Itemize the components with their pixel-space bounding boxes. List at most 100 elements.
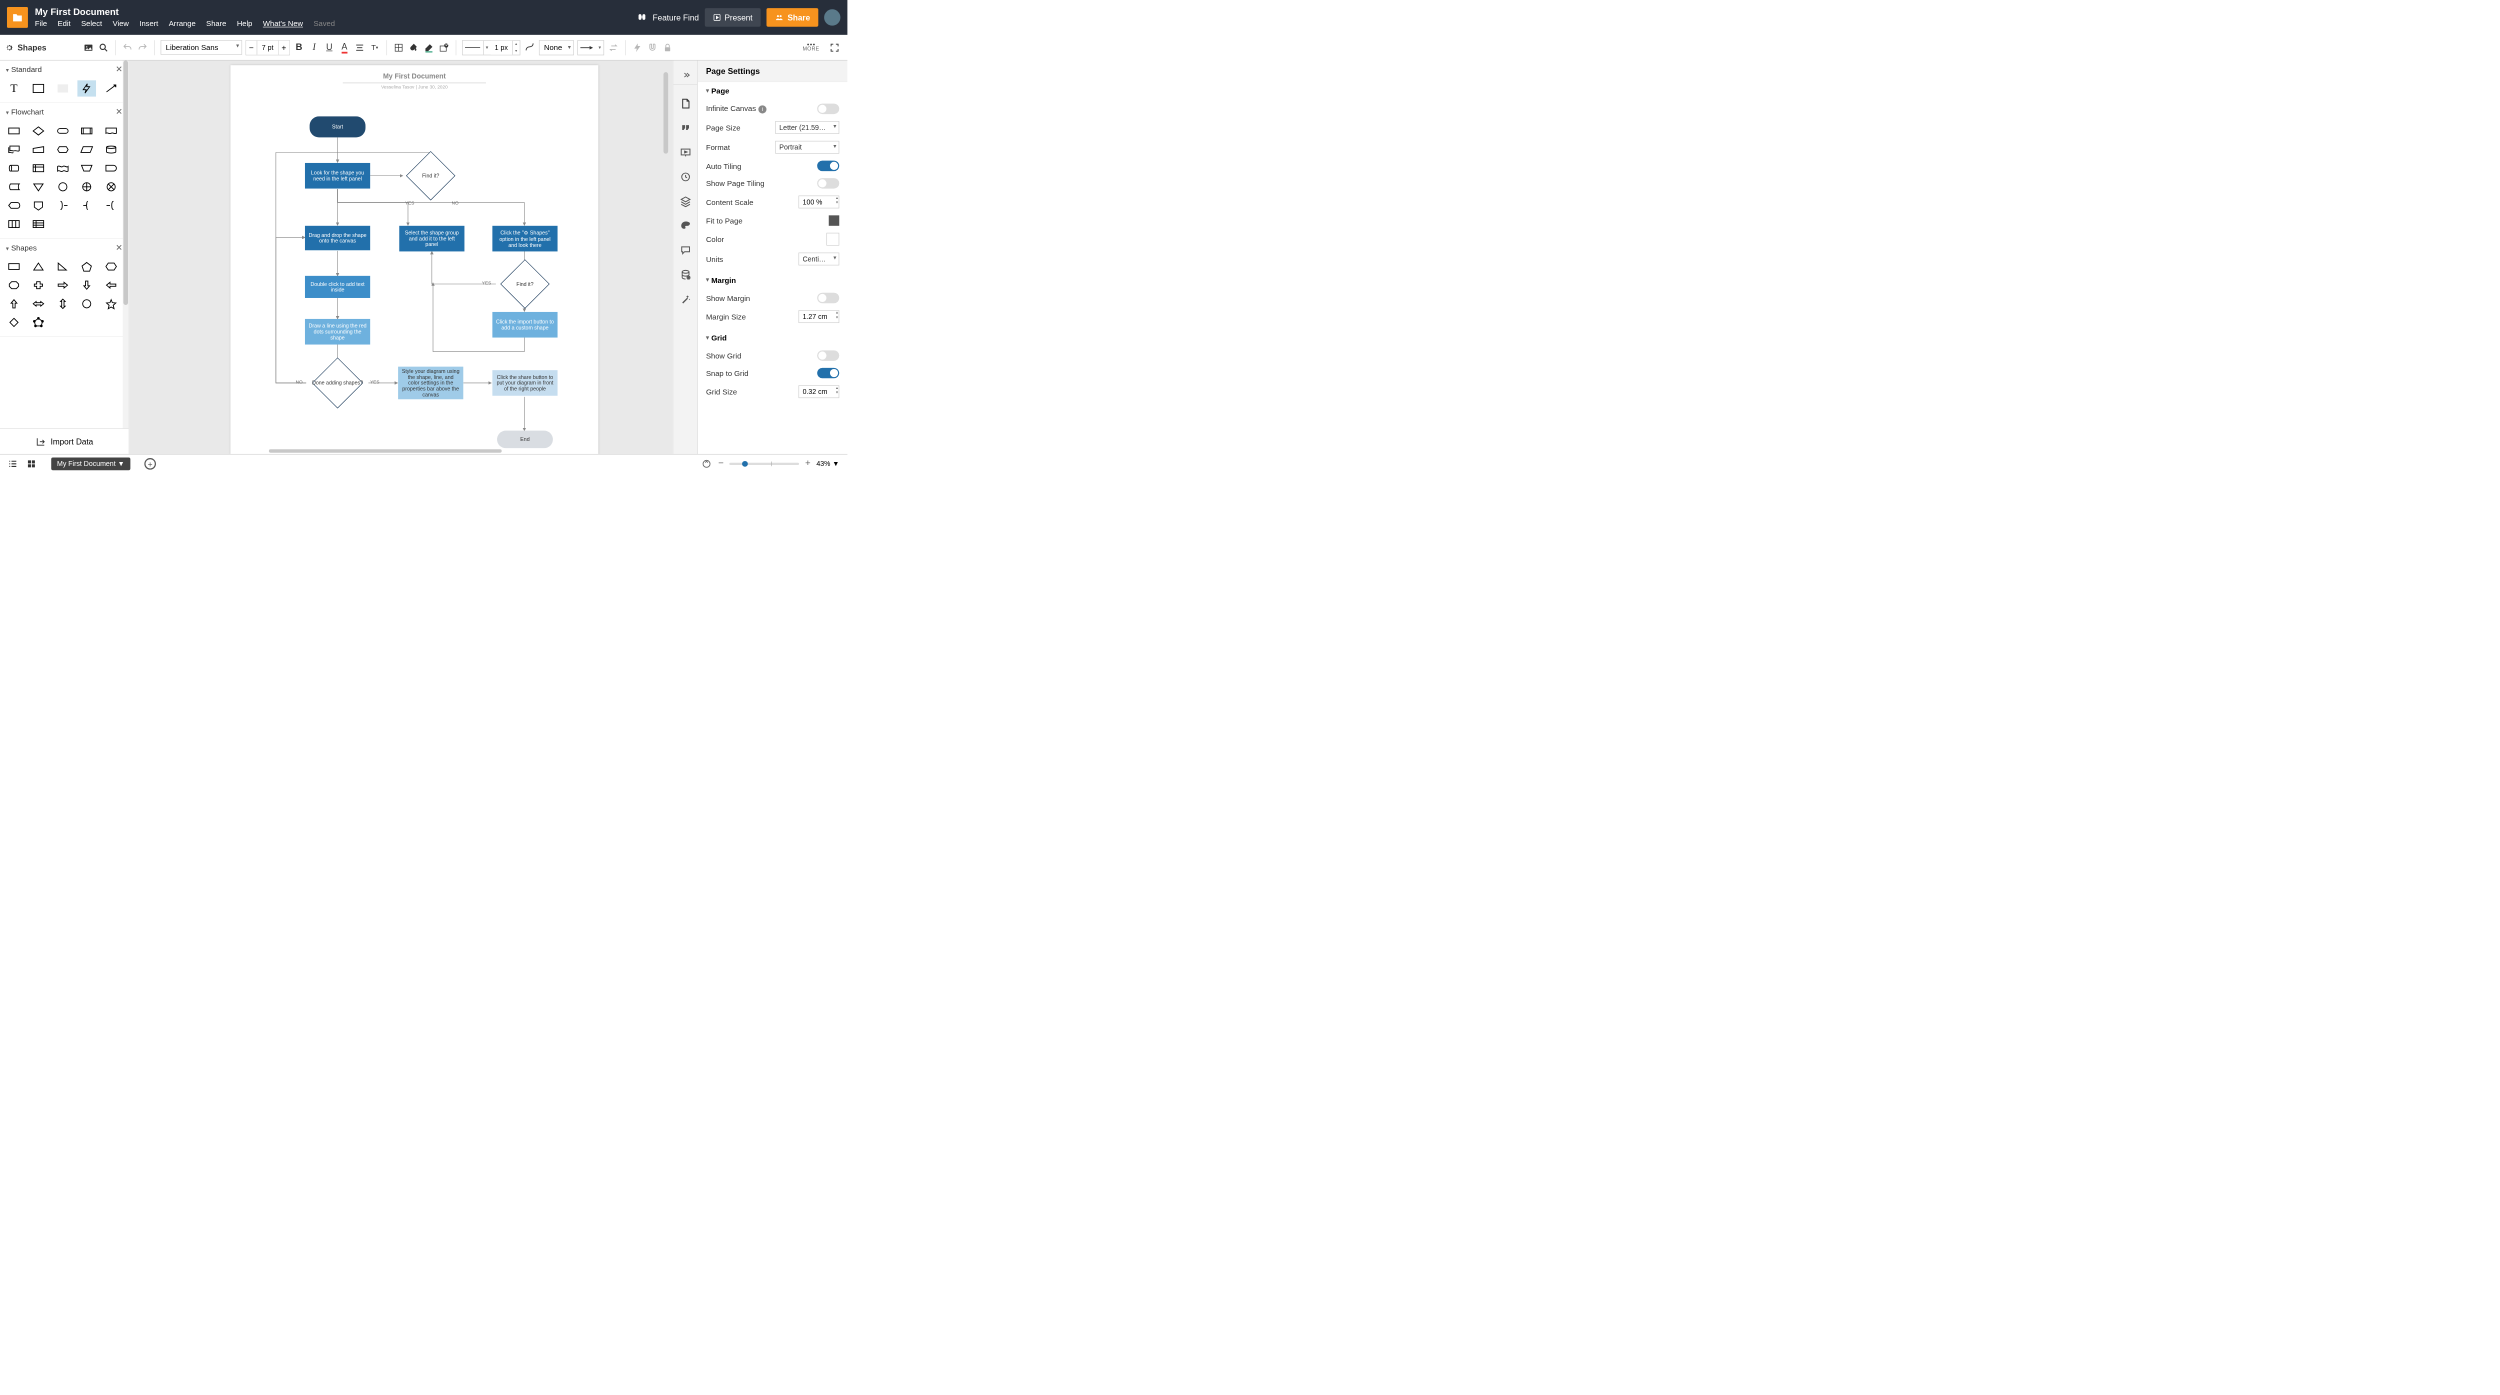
input-grid-size[interactable] — [799, 385, 840, 398]
shp-hexagon[interactable] — [102, 258, 121, 274]
shape-options-icon[interactable] — [438, 42, 450, 54]
fc-table[interactable] — [5, 216, 24, 232]
fill-table-icon[interactable] — [393, 42, 405, 54]
fc-papertape[interactable] — [53, 160, 72, 176]
section-shapes-close[interactable]: ✕ — [115, 242, 122, 252]
fc-manualop[interactable] — [78, 160, 97, 176]
menu-help[interactable]: Help — [237, 19, 253, 28]
shapes-panel-toggle[interactable]: Shapes — [5, 43, 47, 52]
zoom-sync-icon[interactable] — [701, 458, 713, 470]
node-end[interactable]: End — [497, 431, 553, 448]
rail-theme-icon[interactable] — [679, 220, 691, 232]
page-tab-dropdown[interactable]: My First Document ▼ — [51, 457, 130, 470]
bold-icon[interactable]: B — [293, 42, 305, 54]
rail-present-icon[interactable] — [679, 147, 691, 159]
left-panel-scrollbar[interactable] — [123, 61, 129, 454]
rail-layers-icon[interactable] — [679, 196, 691, 208]
rail-quote-icon[interactable] — [679, 122, 691, 134]
fc-internalstorage[interactable] — [29, 160, 48, 176]
action-icon[interactable] — [631, 42, 643, 54]
node-click-shapes[interactable]: Click the "⚙ Shapes" option in the left … — [492, 226, 557, 252]
fc-or[interactable] — [78, 179, 97, 195]
toggle-show-margin[interactable] — [817, 293, 839, 303]
shp-octagon[interactable] — [5, 277, 24, 293]
node-draw-line[interactable]: Draw a line using the red dots surroundi… — [305, 319, 370, 345]
search-icon[interactable] — [98, 42, 110, 54]
shp-star[interactable] — [102, 296, 121, 312]
font-size-decrease[interactable]: − — [246, 40, 256, 54]
shp-circle[interactable] — [78, 296, 97, 312]
lock-icon[interactable] — [662, 42, 674, 54]
rail-comments-icon[interactable] — [679, 244, 691, 256]
underline-icon[interactable]: U — [323, 42, 335, 54]
shape-text[interactable]: T — [5, 80, 24, 96]
italic-icon[interactable]: I — [308, 42, 320, 54]
view-list-icon[interactable] — [7, 458, 19, 470]
fit-to-page-button[interactable] — [829, 215, 839, 225]
shp-diamond[interactable] — [5, 314, 24, 330]
line-start-select[interactable]: None — [539, 40, 574, 55]
section-standard-close[interactable]: ✕ — [115, 64, 122, 74]
fc-storeddata[interactable] — [5, 179, 24, 195]
shp-arrow-right[interactable] — [53, 277, 72, 293]
section-page-title[interactable]: ▾Page — [706, 87, 839, 96]
node-find-it-1[interactable]: Find it? — [403, 157, 459, 194]
fc-delay[interactable] — [102, 160, 121, 176]
section-standard-header[interactable]: ▾Standard ✕ — [0, 61, 129, 78]
fc-display[interactable] — [5, 197, 24, 213]
align-icon[interactable] — [354, 42, 366, 54]
page[interactable]: My First Document Vesselina Tasov | June… — [230, 65, 598, 454]
document-title[interactable]: My First Document — [35, 7, 629, 17]
menu-select[interactable]: Select — [81, 19, 102, 28]
line-shape-icon[interactable] — [524, 42, 536, 54]
shape-hotspot[interactable] — [78, 80, 97, 96]
rail-history-icon[interactable] — [679, 171, 691, 183]
zoom-slider[interactable] — [729, 462, 799, 464]
toggle-auto-tiling[interactable] — [817, 161, 839, 171]
menu-file[interactable]: File — [35, 19, 47, 28]
font-size-input[interactable] — [257, 40, 279, 54]
menu-view[interactable]: View — [113, 19, 129, 28]
node-start[interactable]: Start — [310, 116, 366, 137]
app-logo[interactable] — [7, 7, 28, 28]
line-style-dropdown[interactable]: ▾ — [484, 44, 491, 50]
line-weight-down[interactable]: ▾ — [513, 47, 520, 54]
line-end-select[interactable]: ▾ — [577, 40, 604, 55]
rail-page-icon[interactable] — [679, 98, 691, 110]
shp-pentagon[interactable] — [78, 258, 97, 274]
view-grid-icon[interactable] — [26, 458, 38, 470]
image-icon[interactable] — [83, 42, 95, 54]
font-size-increase[interactable]: + — [279, 40, 289, 54]
font-size-stepper[interactable]: − + — [245, 40, 289, 55]
fc-process[interactable] — [5, 123, 24, 139]
canvas[interactable]: My First Document Vesselina Tasov | June… — [129, 61, 673, 454]
magnet-icon[interactable] — [646, 42, 658, 54]
fc-directdata[interactable] — [5, 160, 24, 176]
line-style-sample[interactable] — [463, 40, 484, 54]
shp-cross[interactable] — [29, 277, 48, 293]
border-color-icon[interactable] — [423, 42, 435, 54]
shape-rect[interactable] — [29, 80, 48, 96]
line-style-control[interactable]: ▾ ▴▾ — [462, 40, 520, 55]
rail-magic-icon[interactable] — [679, 293, 691, 305]
fc-brace-right[interactable] — [78, 197, 97, 213]
node-double-click[interactable]: Double click to add text inside — [305, 276, 370, 298]
shp-arrow-left[interactable] — [102, 277, 121, 293]
right-panel-collapse[interactable] — [673, 65, 697, 85]
section-shapes-header[interactable]: ▾Shapes ✕ — [0, 239, 129, 256]
input-margin-size[interactable] — [799, 310, 840, 323]
shp-arrow-up[interactable] — [5, 296, 24, 312]
zoom-out-button[interactable]: − — [718, 458, 723, 468]
node-style-diagram[interactable]: Style your diagram using the shape, line… — [398, 367, 463, 400]
input-content-scale[interactable] — [799, 196, 840, 209]
fc-terminator[interactable] — [53, 123, 72, 139]
toggle-infinite-canvas[interactable] — [817, 104, 839, 114]
import-data-button[interactable]: Import Data — [0, 428, 129, 454]
swap-icon[interactable] — [607, 42, 619, 54]
info-icon[interactable]: i — [758, 105, 766, 113]
shp-poly[interactable] — [29, 314, 48, 330]
shp-right-triangle[interactable] — [53, 258, 72, 274]
shp-arrow-lr[interactable] — [29, 296, 48, 312]
fc-decision[interactable] — [29, 123, 48, 139]
menu-whats-new[interactable]: What's New — [263, 19, 303, 28]
